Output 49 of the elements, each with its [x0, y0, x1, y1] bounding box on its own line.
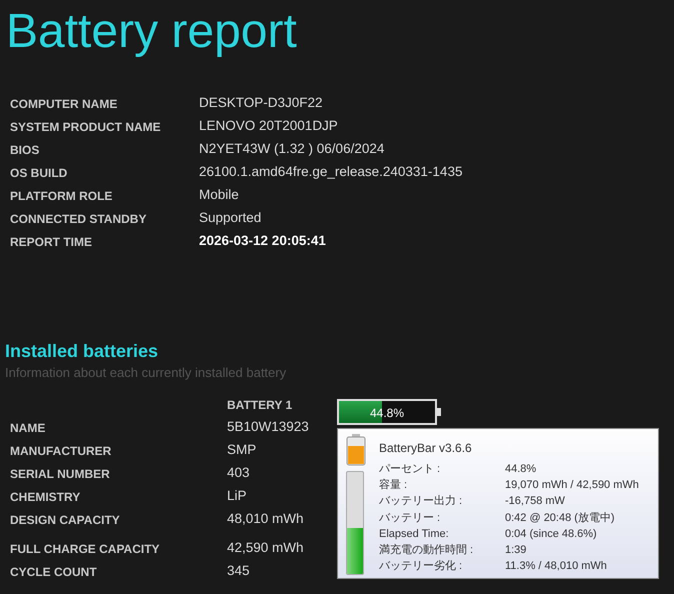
report-title: Battery report	[6, 8, 298, 56]
field-value: 26100.1.amd64fre.ge_release.240331-1435	[199, 163, 462, 182]
field-value: 48,010 mWh	[227, 510, 304, 528]
tooltip-value: 0:42 @ 20:48 (放電中)	[505, 512, 616, 524]
tooltip-value: 44.8%	[505, 464, 538, 475]
battery-icon	[346, 434, 366, 466]
tooltip-value: 1:39	[505, 545, 528, 556]
field-label: MANUFACTURER	[10, 442, 112, 460]
field-label: CYCLE COUNT	[10, 564, 98, 580]
field-value: 5B10W13923	[227, 418, 309, 436]
tooltip-label: Elapsed Time:	[379, 528, 450, 540]
tooltip-value: 11.3% / 48,010 mWh	[505, 561, 608, 572]
tooltip-label: バッテリー劣化 :	[379, 561, 464, 572]
field-value: SMP	[227, 441, 256, 460]
section-heading: Installed batteries	[5, 340, 160, 363]
tooltip-value: -16,758 mW	[505, 496, 566, 508]
field-label: SYSTEM PRODUCT NAME	[10, 118, 162, 136]
field-label: BIOS	[10, 142, 40, 158]
field-label: SERIAL NUMBER	[10, 466, 111, 482]
field-value: LiP	[227, 487, 247, 506]
field-value: Supported	[199, 209, 262, 228]
field-value: N2YET43W (1.32 ) 06/06/2024	[199, 140, 386, 158]
tooltip-value: 0:04 (since 48.6%)	[505, 528, 598, 540]
tooltip-label: バッテリー :	[379, 512, 442, 524]
field-label: DESIGN CAPACITY	[10, 512, 121, 528]
field-value: LENOVO 20T2001DJP	[199, 117, 339, 136]
field-value: Mobile	[199, 186, 240, 204]
tooltip-label: バッテリー出力 :	[379, 496, 464, 508]
tooltip-label: 容量 :	[379, 480, 408, 491]
tooltip-value: 19,070 mWh / 42,590 mWh	[505, 480, 639, 491]
tooltip-label: 満充電の動作時間 :	[379, 545, 474, 556]
tooltip-label: パーセント :	[379, 464, 442, 475]
tooltip-title: BatteryBar v3.6.6	[379, 440, 472, 457]
field-label: NAME	[10, 420, 46, 436]
field-label: FULL CHARGE CAPACITY	[10, 540, 161, 558]
field-value: 42,590 mWh	[227, 539, 304, 558]
field-label: COMPUTER NAME	[10, 96, 118, 112]
section-description: Information about each currently installed battery	[5, 364, 288, 382]
field-value: 345	[227, 562, 250, 580]
field-value: DESKTOP-D3J0F22	[199, 94, 324, 112]
field-label: CHEMISTRY	[10, 488, 82, 506]
battery-percent: 44.8%	[368, 405, 406, 422]
field-label: OS BUILD	[10, 164, 68, 182]
field-label: REPORT TIME	[10, 234, 94, 250]
field-value: 403	[227, 464, 250, 482]
field-value: 2026-03-12 20:05:41	[199, 232, 327, 250]
field-label: CONNECTED STANDBY	[10, 210, 148, 228]
field-label: PLATFORM ROLE	[10, 188, 114, 204]
column-header: BATTERY 1	[227, 396, 292, 414]
